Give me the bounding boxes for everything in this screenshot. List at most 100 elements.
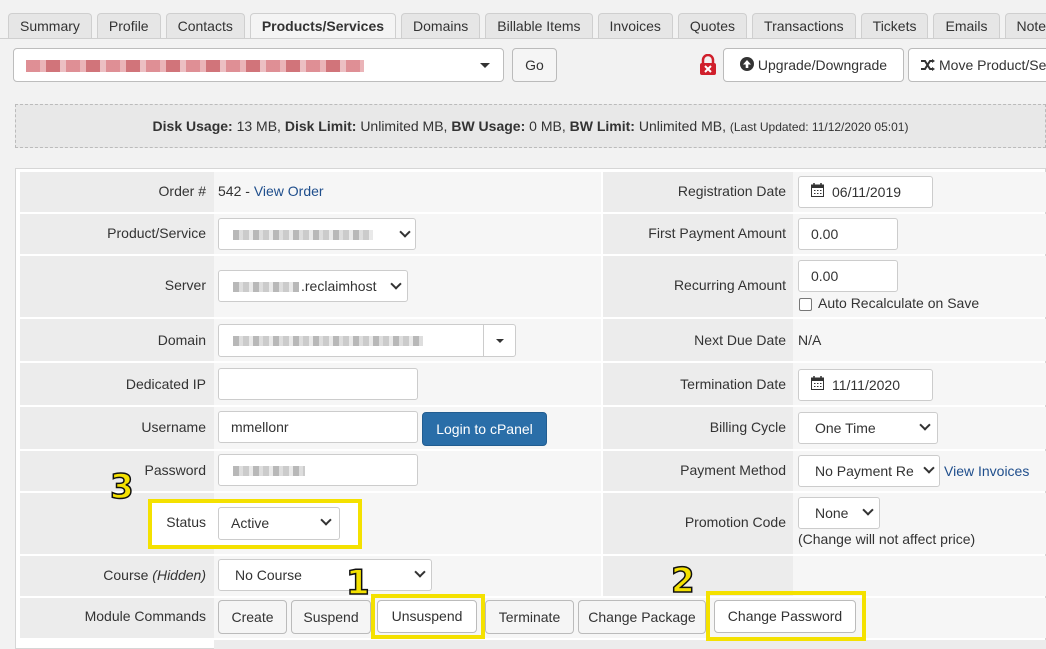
first-payment-input[interactable]: 0.00 xyxy=(798,218,898,250)
order-number: 542 - xyxy=(218,183,250,199)
bw-usage-label: BW Usage: xyxy=(451,118,526,134)
tab-tickets[interactable]: Tickets xyxy=(860,13,929,39)
disk-limit-label: Disk Limit: xyxy=(284,118,357,134)
first-payment-label: First Payment Amount xyxy=(648,225,786,241)
tab-bar: Summary Profile Contacts Products/Services D… xyxy=(8,13,1046,39)
tab-divider xyxy=(0,38,1046,39)
payment-method-label: Payment Method xyxy=(680,462,786,478)
last-updated: (Last Updated: 11/12/2020 05:01) xyxy=(729,120,909,134)
auto-recalculate-checkbox[interactable] xyxy=(799,298,812,311)
tab-emails[interactable]: Emails xyxy=(933,13,1000,39)
redacted-password xyxy=(233,466,305,476)
status-select[interactable]: Active xyxy=(218,507,340,540)
bw-limit-label: BW Limit: xyxy=(569,118,635,134)
disk-usage-label: Disk Usage: xyxy=(152,118,233,134)
termination-date-input[interactable]: 11/11/2020 xyxy=(798,369,933,401)
view-invoices-link[interactable]: View Invoices xyxy=(944,463,1029,479)
shuffle-icon xyxy=(921,50,935,82)
course-select[interactable]: No Course xyxy=(218,559,432,591)
termination-date-label: Termination Date xyxy=(680,376,786,392)
tab-quotes[interactable]: Quotes xyxy=(677,13,748,39)
server-select[interactable]: .reclaimhost xyxy=(218,270,408,302)
domain-input[interactable] xyxy=(218,324,516,357)
redacted-product-name xyxy=(26,60,364,72)
password-input[interactable] xyxy=(218,454,418,486)
upgrade-downgrade-button[interactable]: Upgrade/Downgrade xyxy=(723,48,904,82)
tab-domains[interactable]: Domains xyxy=(401,13,481,39)
disk-usage-value: 13 MB, xyxy=(236,118,281,134)
disk-usage-bar: Disk Usage: 13 MB, Disk Limit: Unlimited… xyxy=(15,104,1046,148)
unsuspend-button[interactable]: Unsuspend xyxy=(377,600,477,633)
tab-products-services[interactable]: Products/Services xyxy=(249,13,397,39)
payment-method-select[interactable]: No Payment Re xyxy=(798,455,940,487)
next-due-date-value: N/A xyxy=(798,332,822,348)
tab-notes[interactable]: Notes (0) xyxy=(1004,13,1046,39)
move-product-label: Move Product/Se xyxy=(939,57,1046,73)
annotation-3: 3 xyxy=(109,467,134,507)
product-service-select[interactable] xyxy=(218,218,416,250)
view-order-link[interactable]: View Order xyxy=(254,183,324,199)
chevron-down-icon xyxy=(496,339,504,343)
server-value: .reclaimhost xyxy=(301,278,377,294)
calendar-icon xyxy=(811,370,824,400)
tab-contacts[interactable]: Contacts xyxy=(165,13,245,39)
suspend-button[interactable]: Suspend xyxy=(291,600,371,634)
dedicated-ip-label: Dedicated IP xyxy=(125,376,206,392)
dedicated-ip-input[interactable] xyxy=(218,368,418,400)
redacted-product xyxy=(233,230,373,240)
move-product-button[interactable]: Move Product/Se xyxy=(908,48,1046,82)
create-button[interactable]: Create xyxy=(218,600,287,634)
promotion-code-note: (Change will not affect price) xyxy=(798,531,976,547)
tab-profile[interactable]: Profile xyxy=(96,13,161,39)
auto-recalculate-label: Auto Recalculate on Save xyxy=(818,295,980,311)
chevron-down-icon xyxy=(390,278,402,290)
recurring-amount-input[interactable]: 0.00 xyxy=(798,260,898,292)
arrow-up-circle-icon xyxy=(739,50,754,82)
chevron-down-icon xyxy=(480,63,490,68)
order-number-label: Order # xyxy=(158,183,206,199)
go-button[interactable]: Go xyxy=(512,48,557,82)
course-hidden-tag: (Hidden) xyxy=(152,567,206,583)
tab-billable-items[interactable]: Billable Items xyxy=(485,13,593,39)
module-commands-label: Module Commands xyxy=(84,608,206,624)
next-due-date-label: Next Due Date xyxy=(694,332,786,348)
domain-dropdown-button[interactable] xyxy=(483,325,516,356)
change-package-button[interactable]: Change Package xyxy=(578,600,706,634)
calendar-icon xyxy=(811,177,824,207)
username-input[interactable]: mmellonr xyxy=(218,411,418,443)
registration-date-label: Registration Date xyxy=(677,183,786,199)
login-cpanel-button[interactable]: Login to cPanel xyxy=(422,412,547,446)
course-label-text: Course xyxy=(103,567,149,583)
termination-date-value: 11/11/2020 xyxy=(832,377,900,393)
upgrade-downgrade-label: Upgrade/Downgrade xyxy=(757,57,888,73)
server-label: Server xyxy=(164,277,206,293)
bw-limit-value: Unlimited MB, xyxy=(638,118,726,134)
username-label: Username xyxy=(141,419,206,435)
change-password-button[interactable]: Change Password xyxy=(714,600,856,633)
billing-cycle-label: Billing Cycle xyxy=(709,419,786,435)
bw-usage-value: 0 MB, xyxy=(529,118,566,134)
chevron-down-icon xyxy=(399,226,411,238)
status-label: Status xyxy=(166,514,206,530)
redacted-server xyxy=(233,282,299,292)
redacted-domain xyxy=(233,336,423,346)
registration-date-value: 06/11/2019 xyxy=(832,184,902,200)
disk-limit-value: Unlimited MB, xyxy=(360,118,448,134)
annotation-1: 1 xyxy=(345,563,370,603)
annotation-2: 2 xyxy=(670,561,695,601)
lock-icon xyxy=(698,53,718,76)
tab-summary[interactable]: Summary xyxy=(8,13,92,39)
order-number-value: 542 - View Order xyxy=(218,183,324,199)
domain-label: Domain xyxy=(157,332,206,348)
billing-cycle-select[interactable]: One Time xyxy=(798,412,938,444)
product-service-label: Product/Service xyxy=(107,225,206,241)
tab-transactions[interactable]: Transactions xyxy=(752,13,856,39)
course-label: Course (Hidden) xyxy=(20,567,206,583)
recurring-amount-label: Recurring Amount xyxy=(673,277,786,293)
registration-date-input[interactable]: 06/11/2019 xyxy=(798,176,933,208)
terminate-button[interactable]: Terminate xyxy=(485,600,574,634)
tab-invoices[interactable]: Invoices xyxy=(597,13,673,39)
promotion-code-label: Promotion Code xyxy=(684,514,786,530)
product-select[interactable] xyxy=(13,48,504,82)
payment-method-value: No Payment Re xyxy=(815,463,914,479)
